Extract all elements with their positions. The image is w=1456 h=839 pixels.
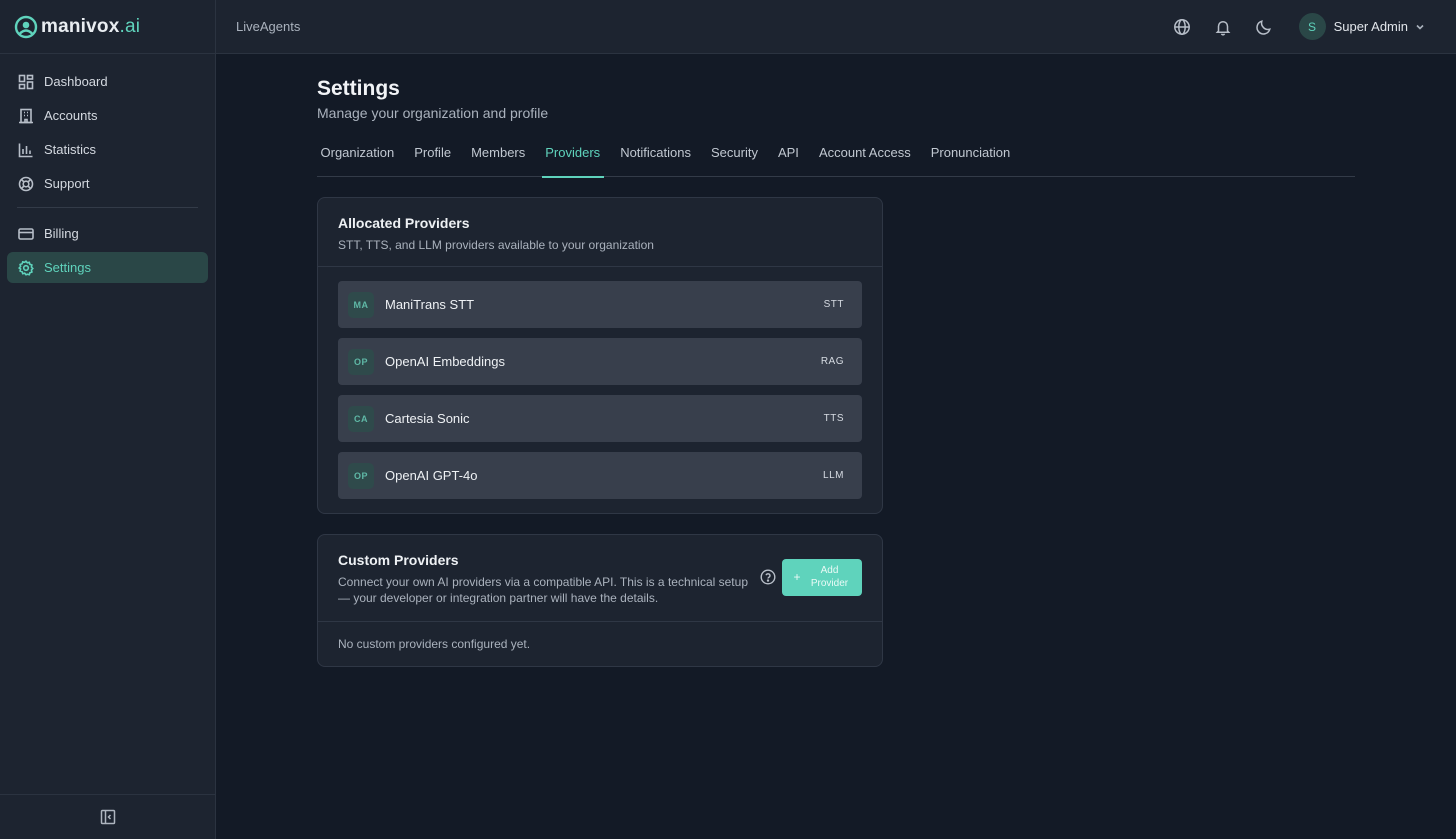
lifebuoy-icon (18, 176, 34, 191)
top-header: LiveAgents S Super Admin (216, 0, 1456, 54)
chevron-down-icon (1416, 24, 1424, 30)
provider-row[interactable]: OP OpenAI GPT-4o LLM (338, 452, 862, 499)
card-title: Custom Providers (338, 552, 459, 568)
card-header-text: Custom Providers Connect your own AI pro… (338, 552, 748, 606)
tab-members[interactable]: Members (468, 143, 529, 177)
sidebar-item-label: Statistics (44, 142, 97, 157)
card-title: Allocated Providers (338, 215, 470, 231)
sidebar-item-accounts[interactable]: Accounts (7, 100, 208, 131)
tab-pronunciation[interactable]: Pronunciation (927, 143, 1014, 177)
provider-name: OpenAI Embeddings (385, 354, 505, 369)
plus-icon: + (793, 570, 801, 584)
provider-row[interactable]: MA ManiTrans STT STT (338, 281, 862, 328)
sidebar-item-settings[interactable]: Settings (7, 252, 208, 283)
bar-chart-icon (18, 143, 33, 157)
provider-name: ManiTrans STT (385, 297, 475, 312)
add-provider-button[interactable]: + Add Provider (782, 558, 862, 596)
tab-security[interactable]: Security (708, 143, 762, 177)
provider-list: MA ManiTrans STT STT OP OpenAI Embedding… (318, 267, 882, 513)
allocated-providers-card: Allocated Providers STT, TTS, and LLM pr… (317, 197, 883, 514)
empty-state: No custom providers configured yet. (338, 637, 531, 651)
provider-type: TTS (823, 413, 844, 424)
logo[interactable]: manivox.ai (0, 0, 215, 54)
sidebar-item-label: Billing (44, 226, 79, 241)
sidebar-footer (0, 794, 215, 839)
building-icon (19, 108, 33, 123)
sidebar-item-dashboard[interactable]: Dashboard (7, 66, 208, 97)
nav-divider (17, 207, 198, 208)
provider-badge: OP (348, 462, 374, 489)
card-actions: + Add Provider (760, 558, 862, 596)
user-name: Super Admin (1333, 19, 1408, 34)
tab-account-access[interactable]: Account Access (815, 143, 914, 177)
sidebar-item-label: Dashboard (44, 74, 108, 89)
breadcrumb[interactable]: LiveAgents (236, 19, 300, 34)
moon-icon[interactable] (1255, 18, 1273, 36)
sidebar-item-billing[interactable]: Billing (7, 218, 208, 249)
provider-name: OpenAI GPT-4o (385, 468, 478, 483)
custom-providers-card: Custom Providers Connect your own AI pro… (317, 534, 883, 667)
provider-type: LLM (823, 470, 844, 481)
card-header: Allocated Providers STT, TTS, and LLM pr… (318, 198, 882, 267)
provider-badge: OP (348, 348, 374, 375)
logo-icon (14, 15, 38, 38)
card-header: Custom Providers Connect your own AI pro… (318, 535, 882, 622)
page-title: Settings (317, 77, 400, 100)
main-content: Settings Manage your organization and pr… (317, 54, 1355, 667)
card-description: Connect your own AI providers via a comp… (338, 575, 748, 605)
add-provider-label: Add Provider (810, 565, 849, 589)
tab-api[interactable]: API (774, 143, 802, 177)
sidebar-item-support[interactable]: Support (7, 168, 208, 199)
tab-providers[interactable]: Providers (541, 143, 604, 178)
bell-icon[interactable] (1214, 18, 1232, 36)
help-circle-icon[interactable] (760, 569, 776, 585)
provider-row[interactable]: CA Cartesia Sonic TTS (338, 395, 862, 442)
provider-type: RAG (820, 356, 844, 367)
sidebar-item-label: Accounts (44, 108, 98, 123)
sidebar-item-label: Settings (44, 260, 91, 275)
gear-icon (18, 259, 34, 276)
settings-tabs: Organization Profile Members Providers N… (317, 143, 1355, 178)
provider-row[interactable]: OP OpenAI Embeddings RAG (338, 338, 862, 385)
credit-card-icon (18, 227, 34, 240)
provider-type: STT (823, 299, 844, 310)
sidebar-item-statistics[interactable]: Statistics (7, 134, 208, 165)
sidebar: manivox.ai Dashboard Accounts Statistics… (0, 0, 216, 839)
user-menu[interactable]: S Super Admin (1298, 13, 1426, 40)
header-actions: S Super Admin (1150, 13, 1456, 40)
sidebar-nav: Dashboard Accounts Statistics Support Bi… (0, 54, 215, 283)
logo-text: manivox.ai (41, 15, 141, 37)
collapse-sidebar-icon[interactable] (100, 809, 116, 825)
provider-badge: MA (348, 291, 374, 318)
page-subtitle: Manage your organization and profile (317, 105, 549, 121)
tab-notifications[interactable]: Notifications (617, 143, 695, 177)
tab-profile[interactable]: Profile (411, 143, 455, 177)
tab-organization[interactable]: Organization (317, 143, 398, 177)
sidebar-item-label: Support (44, 176, 90, 191)
provider-badge: CA (348, 405, 374, 432)
avatar: S (1298, 13, 1326, 40)
globe-icon[interactable] (1173, 18, 1191, 36)
card-description: STT, TTS, and LLM providers available to… (338, 238, 654, 252)
provider-name: Cartesia Sonic (385, 411, 470, 426)
dashboard-icon (18, 74, 34, 89)
